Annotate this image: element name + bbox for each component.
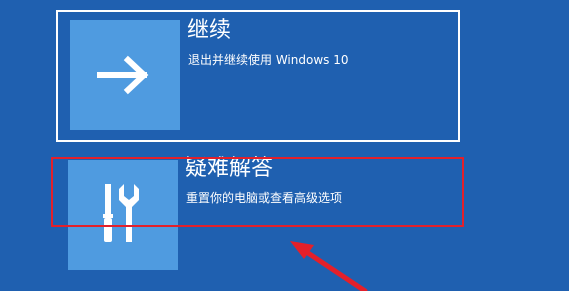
arrow-right-icon (97, 55, 149, 95)
continue-description: 退出并继续使用 Windows 10 (188, 53, 349, 67)
continue-option[interactable]: 继续 退出并继续使用 Windows 10 (56, 10, 460, 142)
annotation-arrow-icon (290, 241, 368, 291)
continue-title: 继续 (187, 18, 232, 43)
continue-tile[interactable] (70, 20, 180, 130)
annotation-highlight-box (51, 157, 464, 227)
